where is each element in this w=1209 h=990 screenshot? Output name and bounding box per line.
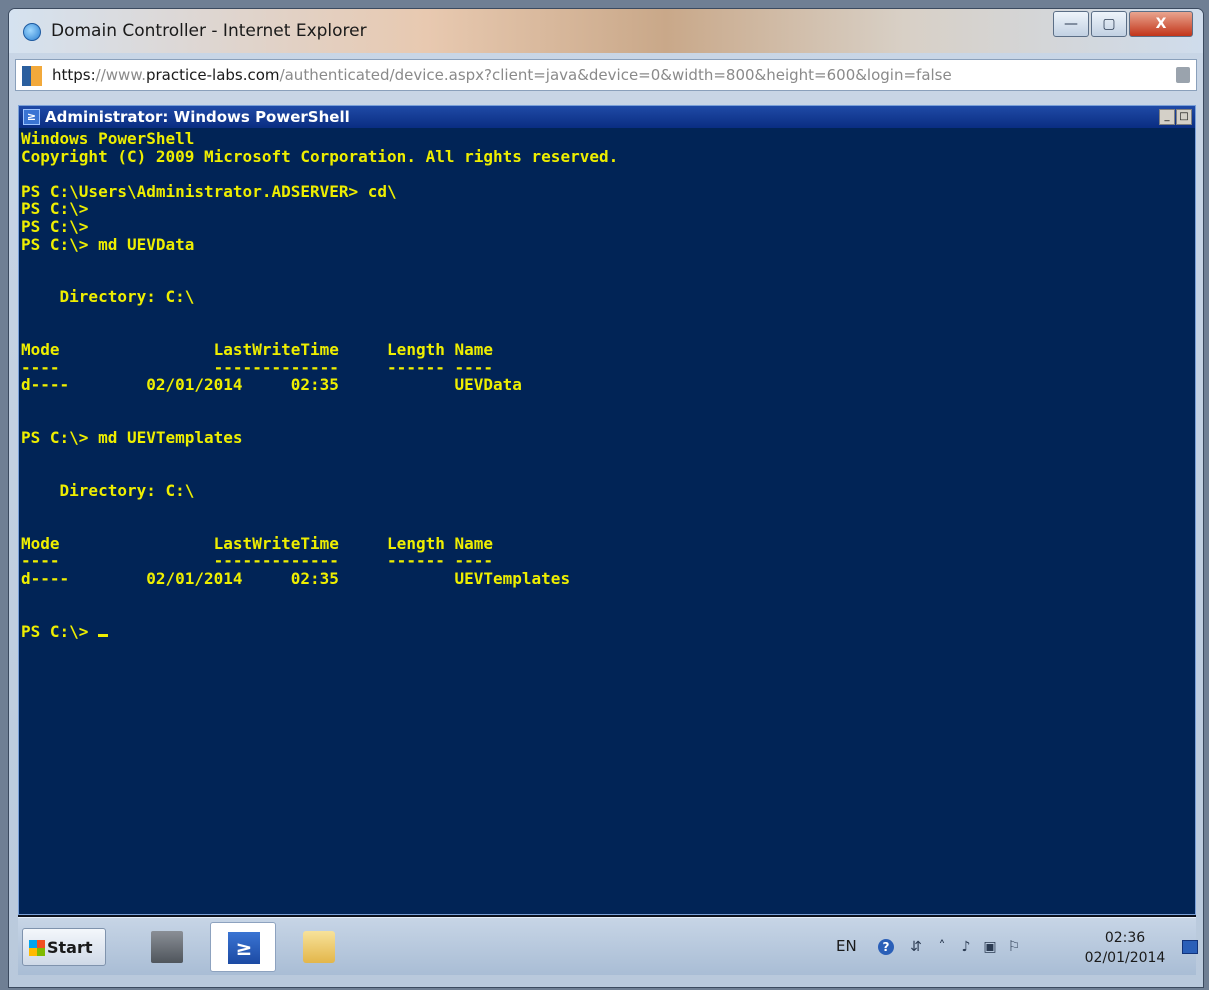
console-line: PS C:\> xyxy=(21,199,89,219)
start-label: Start xyxy=(47,938,93,957)
console-line: Mode LastWriteTime Length Name xyxy=(21,340,494,360)
console-line: PS C:\> xyxy=(21,216,89,236)
console-line: PS C:\> xyxy=(21,623,1193,641)
address-bar[interactable]: https://www.practice-labs.com/authentica… xyxy=(15,59,1197,91)
ps-minimize-button[interactable]: _ xyxy=(1159,109,1175,125)
close-button[interactable]: X xyxy=(1129,11,1193,37)
url-text[interactable]: https://www.practice-labs.com/authentica… xyxy=(52,66,952,84)
powershell-taskbar-icon: ≥ xyxy=(228,932,260,964)
url-protocol: https: xyxy=(52,66,96,84)
windows-logo-icon xyxy=(29,940,45,956)
console-line: Directory: C:\ xyxy=(21,287,195,307)
show-desktop-button[interactable] xyxy=(1182,940,1198,954)
taskbar-explorer[interactable] xyxy=(286,922,352,972)
powershell-window: ≥ Administrator: Windows PowerShell _ □ … xyxy=(18,105,1196,915)
system-tray: EN ? ⇵ ˄ ♪ ▣ ⚐ 02:36 02/01/2014 xyxy=(818,922,1198,972)
network-icon[interactable]: ▣ xyxy=(982,939,998,955)
restore-icon[interactable]: ⇵ xyxy=(908,939,924,955)
taskbar-server-manager[interactable] xyxy=(134,922,200,972)
console-line: ---- ------------- ------ ---- xyxy=(21,551,494,571)
console-line: PS C:\Users\Administrator.ADSERVER> cd\ xyxy=(21,181,397,201)
console-line: Copyright (C) 2009 Microsoft Corporation… xyxy=(21,146,619,166)
console-line: d---- 02/01/2014 02:35 UEVData xyxy=(21,375,522,395)
console-line: d---- 02/01/2014 02:35 UEVTemplates xyxy=(21,568,571,588)
clock-time: 02:36 xyxy=(1104,930,1146,946)
clock[interactable]: 02:36 02/01/2014 xyxy=(1080,928,1170,968)
show-hidden-icons-icon[interactable]: ˄ xyxy=(934,939,950,955)
url-domain: practice-labs.com xyxy=(145,66,280,84)
powershell-titlebar[interactable]: ≥ Administrator: Windows PowerShell _ □ xyxy=(19,106,1195,128)
url-prefix: //www. xyxy=(95,66,146,84)
console-line: PS C:\> md UEVTemplates xyxy=(21,428,243,448)
ps-maximize-button[interactable]: □ xyxy=(1176,109,1192,125)
url-path: /authenticated/device.aspx?client=java&d… xyxy=(279,66,952,84)
text-cursor xyxy=(98,633,109,637)
internet-explorer-icon xyxy=(23,23,41,41)
action-center-flag-icon[interactable]: ⚐ xyxy=(1006,939,1022,955)
powershell-title: Administrator: Windows PowerShell xyxy=(45,108,350,126)
speaker-muted-icon[interactable]: ♪ xyxy=(958,939,974,955)
remote-desktop[interactable]: ≥ Administrator: Windows PowerShell _ □ … xyxy=(18,105,1198,975)
server-manager-icon xyxy=(151,931,183,963)
window-title: Domain Controller - Internet Explorer xyxy=(51,21,367,41)
clock-date: 02/01/2014 xyxy=(1084,950,1166,966)
start-button[interactable]: Start xyxy=(22,928,106,966)
powershell-icon: ≥ xyxy=(23,109,40,125)
help-icon[interactable]: ? xyxy=(878,939,894,955)
ie-window: Domain Controller - Internet Explorer — … xyxy=(8,8,1204,988)
lock-icon[interactable] xyxy=(1176,67,1190,83)
ie-titlebar[interactable]: Domain Controller - Internet Explorer — … xyxy=(9,9,1203,53)
console-line: PS C:\> md UEVData xyxy=(21,234,195,254)
taskbar: Start ≥ EN ? ⇵ ˄ ♪ ▣ ⚐ 02:36 02/01/2014 xyxy=(18,917,1198,975)
minimize-button[interactable]: — xyxy=(1053,11,1089,37)
console-line: Mode LastWriteTime Length Name xyxy=(21,533,494,553)
powershell-console[interactable]: Windows PowerShell Copyright (C) 2009 Mic… xyxy=(21,130,1193,912)
taskbar-powershell[interactable]: ≥ xyxy=(210,922,276,972)
console-line: ---- ------------- ------ ---- xyxy=(21,357,494,377)
language-indicator[interactable]: EN xyxy=(836,937,857,955)
console-line: Directory: C:\ xyxy=(21,480,195,500)
console-line: Windows PowerShell xyxy=(21,129,195,148)
maximize-button[interactable]: ▢ xyxy=(1091,11,1127,37)
site-favicon-icon xyxy=(22,66,42,86)
folder-icon xyxy=(303,931,335,963)
